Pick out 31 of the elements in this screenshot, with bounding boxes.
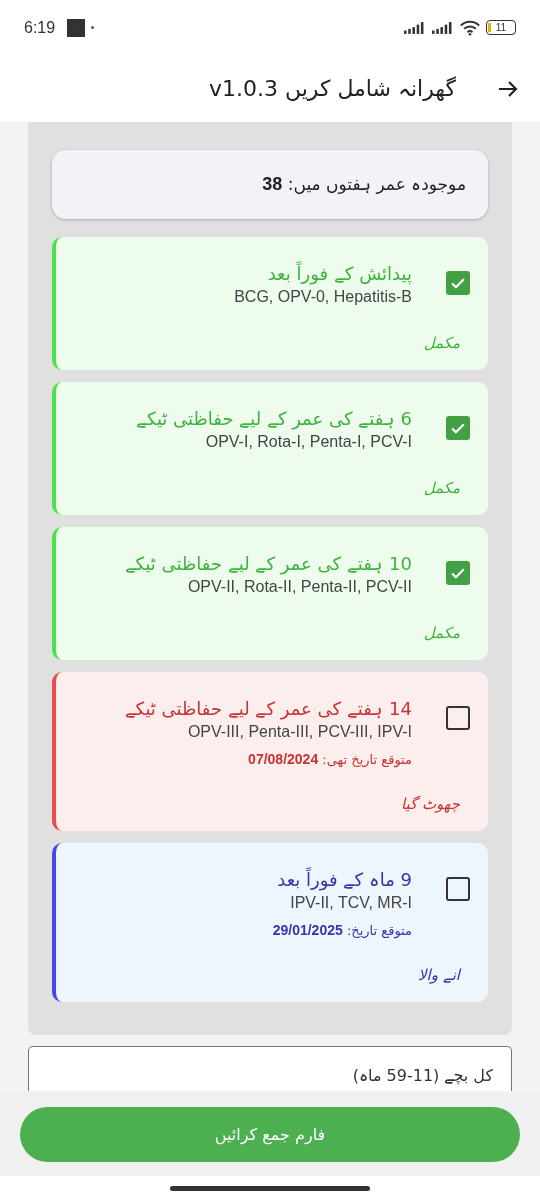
vaccine-title: 6 ہفتے کی عمر کے لیے حفاظتی ٹیکے: [135, 408, 412, 429]
status-label: مکمل: [422, 334, 461, 352]
home-indicator[interactable]: [170, 1185, 370, 1191]
wifi-icon: [460, 19, 480, 36]
status-label: مکمل: [422, 479, 461, 497]
vaccine-doses: OPV-II, Rota-II, Penta-II, PCV-II: [187, 578, 412, 596]
dot-icon: [91, 26, 95, 29]
notification-icon: [67, 18, 86, 37]
vaccine-doses: BCG, OPV-0, Hepatitis-B: [234, 288, 412, 306]
signal-icon: [432, 21, 454, 34]
battery-icon: 11: [486, 20, 516, 35]
status-time: 6:19: [24, 18, 56, 37]
checkbox[interactable]: [446, 561, 470, 585]
children-count-field[interactable]: کل بچے (11-59 ماہ): [28, 1046, 512, 1091]
checkbox[interactable]: [446, 706, 470, 730]
status-label: چھوٹ گیا: [399, 795, 461, 813]
submit-button[interactable]: فارم جمع کرائیں: [20, 1106, 520, 1162]
vaccine-doses: IPV-II, TCV, MR-I: [290, 894, 412, 912]
vaccine-title: 14 ہفتے کی عمر کے لیے حفاظتی ٹیکے: [124, 698, 412, 719]
status-label: انے والا: [416, 966, 463, 984]
signal-icon: [404, 21, 426, 34]
checkbox[interactable]: [446, 271, 470, 295]
checkbox[interactable]: [446, 416, 470, 440]
status-label: مکمل: [422, 624, 461, 642]
vaccine-doses: OPV-I, Rota-I, Penta-I, PCV-I: [205, 433, 412, 451]
vaccine-title: پیدائش کے فوراً بعد: [267, 263, 412, 284]
vaccine-title: 9 ماہ کے فوراً بعد: [277, 869, 412, 890]
vaccine-doses: OPV-III, Penta-III, PCV-III, IPV-I: [187, 723, 412, 741]
checkbox[interactable]: [446, 877, 470, 901]
screen-title: گھرانہ شامل کریں v1.0.3: [208, 76, 456, 101]
vaccine-title: 10 ہفتے کی عمر کے لیے حفاظتی ٹیکے: [124, 553, 412, 574]
